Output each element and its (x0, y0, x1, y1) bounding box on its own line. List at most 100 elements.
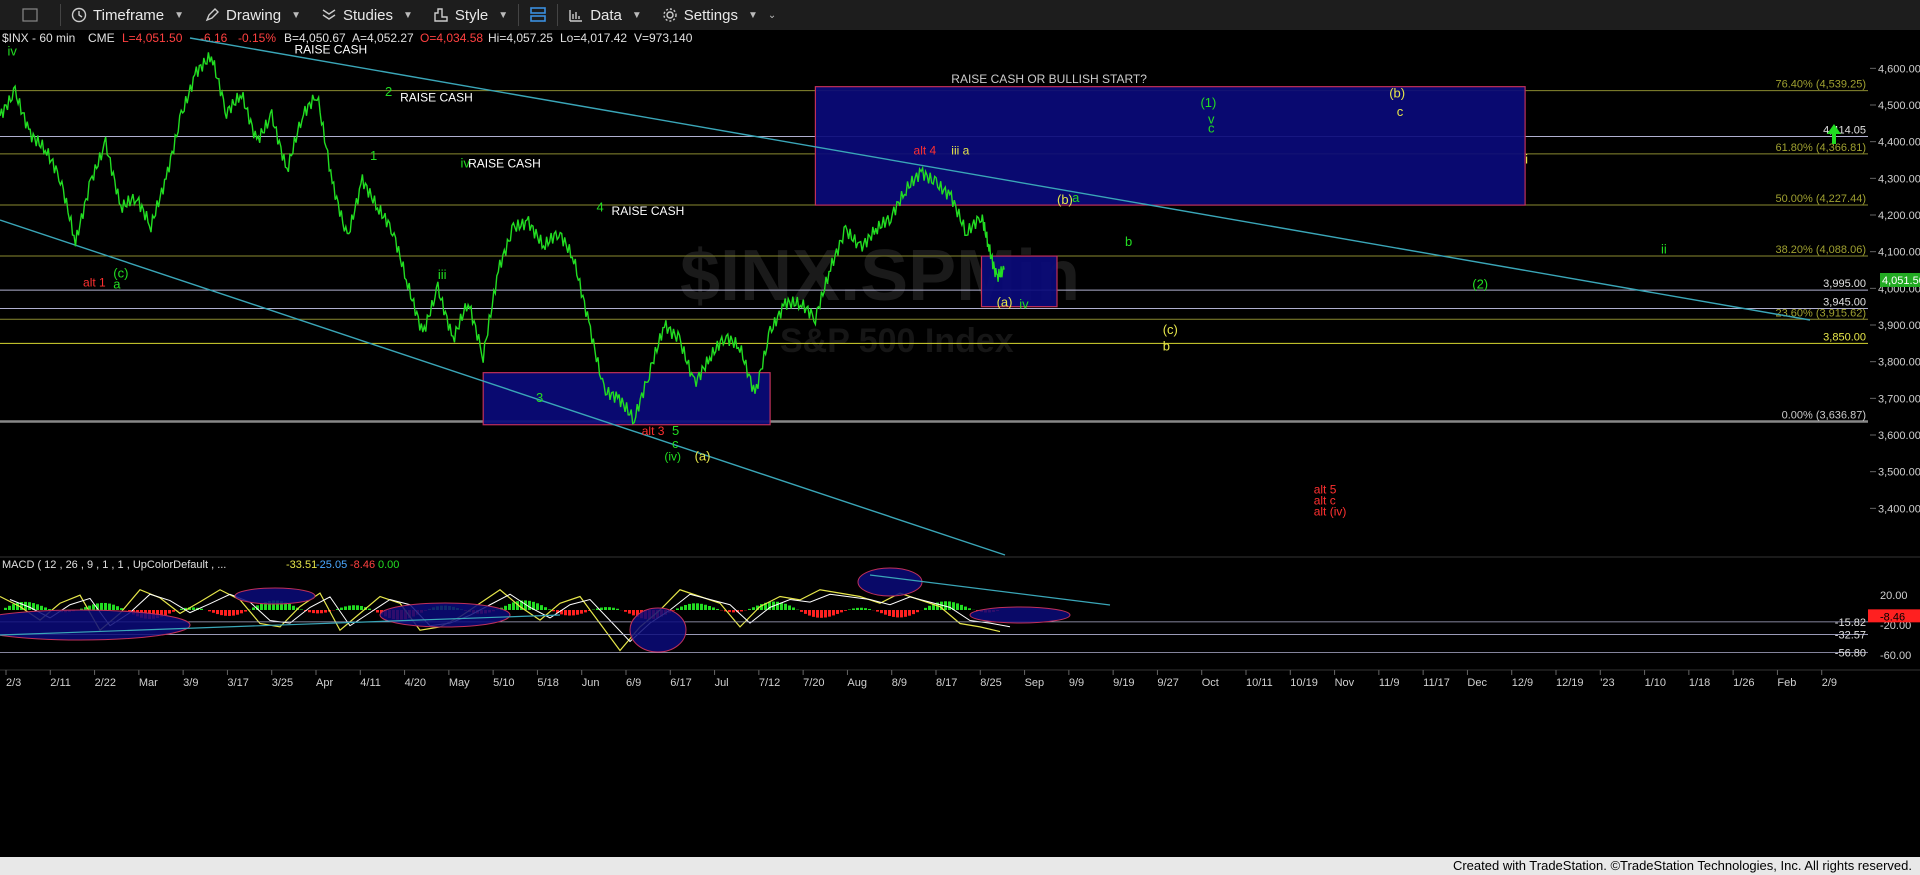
macd-highlight-ellipse[interactable] (379, 602, 511, 628)
y-tick-label: 4,200.00 (1878, 210, 1920, 222)
level-label: 23.60% (3,915.62) (1775, 307, 1866, 319)
macd-bar (316, 610, 319, 614)
layout-icon (530, 7, 546, 22)
macd-bar (512, 602, 515, 610)
macd-bar (260, 603, 263, 610)
macd-bar (244, 610, 247, 612)
x-tick-label: 8/9 (892, 677, 907, 689)
timeframe-menu[interactable]: Timeframe ▼ (61, 0, 194, 30)
macd-bar (832, 610, 835, 616)
macd-highlight-ellipse[interactable] (857, 567, 923, 597)
macd-bar (4, 607, 7, 610)
studies-menu[interactable]: Studies ▼ (311, 0, 423, 30)
macd-value-label: -15.82 (1835, 617, 1866, 629)
macd-bar (216, 610, 219, 615)
chevron-down-icon: ▼ (631, 9, 642, 21)
level-label: 76.40% (4,539.25) (1775, 79, 1866, 91)
macd-highlight-ellipse[interactable] (234, 587, 316, 605)
clock-icon (71, 7, 87, 23)
price-chart[interactable]: $INX - 60 min CME L=4,051.50 -6.16 -0.15… (0, 30, 1920, 857)
footer-text: Created with TradeStation. ©TradeStation… (1452, 858, 1912, 873)
y-tick-label: 4,600.00 (1878, 63, 1920, 75)
style-menu[interactable]: Style ▼ (423, 0, 518, 30)
wave-label: b (1125, 234, 1132, 249)
y-tick-label: 4,300.00 (1878, 173, 1920, 185)
macd-bar (828, 610, 831, 617)
wave-label: 2 (385, 84, 392, 99)
drawing-menu[interactable]: Drawing ▼ (194, 0, 311, 30)
y-tick-label: 3,600.00 (1878, 430, 1920, 442)
macd-axis-label: 20.00 (1880, 590, 1908, 602)
macd-bar (632, 610, 635, 616)
wave-label: (c) (1163, 322, 1178, 337)
macd-bar (164, 610, 167, 616)
wave-label: alt 3 (642, 424, 665, 438)
x-tick-label: 8/25 (980, 677, 1001, 689)
wave-label: RAISE CASH (612, 204, 685, 218)
macd-bar (508, 603, 511, 610)
wave-label: 3 (536, 390, 543, 405)
macd-bar (804, 610, 807, 614)
macd-bar (320, 610, 323, 614)
level-label: 0.00% (3,636.87) (1782, 409, 1866, 421)
macd-bar (824, 610, 827, 618)
macd-value-1: -33.51 (286, 559, 317, 571)
x-tick-label: Jun (582, 677, 600, 689)
macd-bar (784, 603, 787, 610)
toolbar: Timeframe ▼ Drawing ▼ Studies ▼ Style ▼ Data… (0, 0, 1920, 31)
wave-label: c (672, 436, 679, 451)
macd-value-4: 0.00 (378, 559, 399, 571)
level-label: 3,995.00 (1823, 278, 1866, 290)
macd-bar (288, 603, 291, 610)
macd-bar (752, 607, 755, 610)
bottom-box[interactable] (482, 372, 771, 426)
overflow-icon[interactable]: ⌄ (768, 10, 776, 21)
data-menu[interactable]: Data ▼ (558, 0, 652, 30)
x-tick-label: Sep (1025, 677, 1045, 689)
macd-bar (960, 604, 963, 610)
macd-highlight-ellipse[interactable] (0, 609, 191, 641)
studies-icon (322, 9, 336, 20)
macd-bar (896, 610, 899, 618)
macd-bar (180, 608, 183, 610)
macd-bar (212, 610, 215, 613)
settings-menu[interactable]: Settings ▼ ⌄ (652, 0, 787, 30)
x-tick-label: 1/18 (1689, 677, 1710, 689)
level-label: 3,850.00 (1823, 331, 1866, 343)
macd-bar (812, 610, 815, 617)
x-tick-label: 6/9 (626, 677, 641, 689)
style-label: Style (454, 6, 489, 24)
macd-bar (904, 610, 907, 617)
x-tick-label: 7/20 (803, 677, 824, 689)
layout-button[interactable] (519, 0, 557, 30)
x-tick-label: 6/17 (670, 677, 691, 689)
macd-bar (852, 608, 855, 610)
x-tick-label: 9/19 (1113, 677, 1134, 689)
macd-bar (536, 603, 539, 610)
last-price-tag: 4,051.50 (1880, 273, 1920, 287)
x-tick-label: Nov (1335, 677, 1355, 689)
wave-label: iv (1019, 297, 1029, 312)
macd-bar (612, 607, 615, 610)
macd-bar (624, 610, 627, 612)
macd-bar (892, 610, 895, 617)
x-tick-label: 7/12 (759, 677, 780, 689)
macd-bar (356, 605, 359, 610)
macd-bar (792, 607, 795, 610)
macd-bar (844, 610, 847, 611)
macd-bar (680, 606, 683, 610)
macd-bar (236, 610, 239, 615)
macd-highlight-ellipse[interactable] (629, 607, 687, 653)
macd-highlight-ellipse[interactable] (969, 606, 1071, 624)
macd-bar (748, 608, 751, 610)
chevron-down-icon: ▼ (291, 9, 301, 21)
y-tick-label: 3,800.00 (1878, 357, 1920, 369)
change-pct-label: -0.15% (238, 31, 276, 45)
macd-bar (324, 610, 327, 613)
macd-bar (908, 610, 911, 616)
footer: Created with TradeStation. ©TradeStation… (0, 857, 1920, 875)
macd-bar (848, 609, 851, 610)
level-label: 38.20% (4,088.06) (1775, 244, 1866, 256)
y-tick-label: 4,100.00 (1878, 247, 1920, 259)
window-icon[interactable] (0, 0, 60, 30)
